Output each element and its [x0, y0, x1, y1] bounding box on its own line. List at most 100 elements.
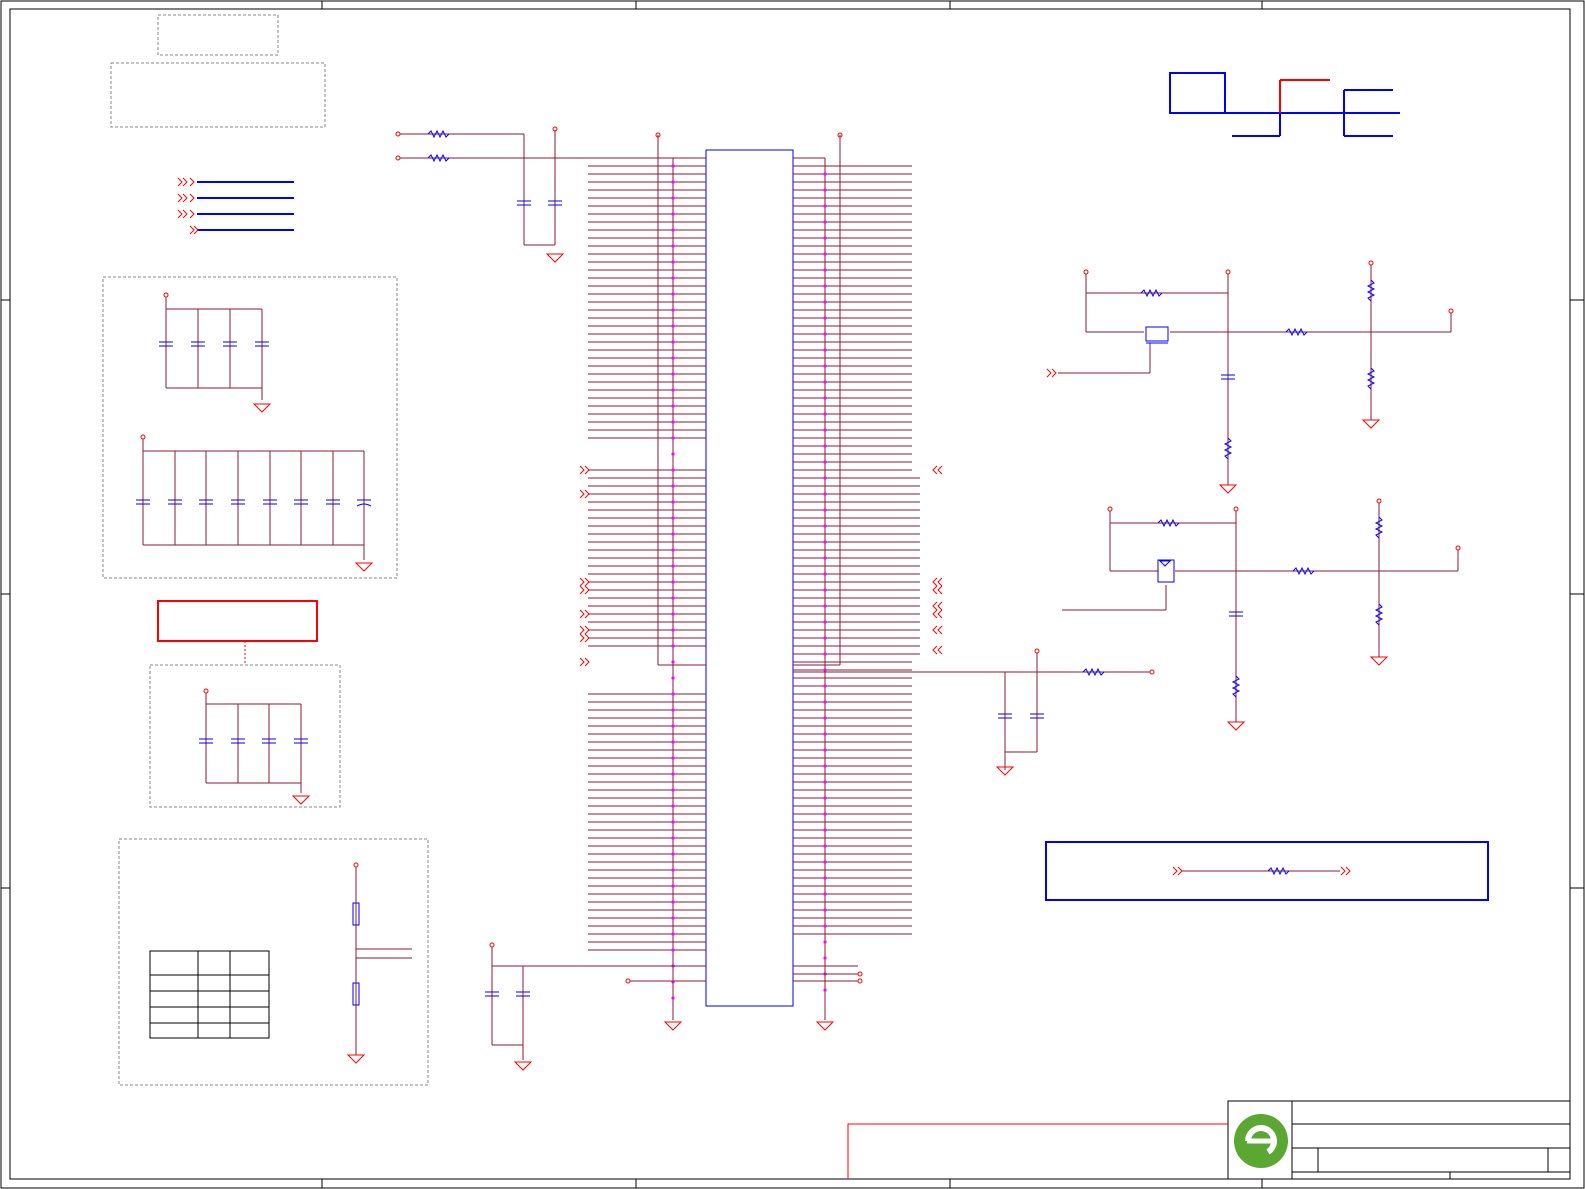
junction-dot	[671, 660, 675, 664]
off-page-arrow	[932, 601, 943, 611]
junction-dot	[823, 716, 827, 720]
junction-dot	[671, 244, 675, 248]
junction-dot	[671, 548, 675, 552]
off-page-arrow	[932, 585, 943, 595]
junction-dot	[671, 324, 675, 328]
layout-sketch	[1169, 72, 1400, 137]
junction-dot	[671, 292, 675, 296]
junction-dot	[823, 956, 827, 960]
junction-dot	[671, 228, 675, 232]
junction-dot	[823, 796, 827, 800]
junction-dot	[823, 652, 827, 656]
junction-dot	[671, 852, 675, 856]
resistor-divider	[346, 862, 412, 1064]
junction-dot	[823, 412, 827, 416]
junction-dot	[823, 812, 827, 816]
junction-dot	[671, 740, 675, 744]
junction-dot	[671, 420, 675, 424]
junction-dot	[823, 524, 827, 528]
junction-dot	[823, 828, 827, 832]
junction-dot	[671, 260, 675, 264]
junction-dot	[823, 508, 827, 512]
ic-supply-filter	[395, 126, 706, 263]
config-table	[149, 950, 270, 1039]
junction-dot	[671, 884, 675, 888]
mid-supply-filter	[793, 648, 1155, 776]
warning-box	[157, 600, 318, 642]
junction-dot	[671, 708, 675, 712]
junction-dot	[671, 196, 675, 200]
off-page-arrow	[932, 609, 943, 619]
junction-dot	[823, 876, 827, 880]
junction-dot	[823, 764, 827, 768]
junction-dot	[823, 668, 827, 672]
junction-dot	[823, 780, 827, 784]
junction-dot	[671, 372, 675, 376]
junction-dot	[671, 772, 675, 776]
junction-dot	[671, 308, 675, 312]
off-page-arrow	[579, 625, 590, 635]
junction-dot	[823, 428, 827, 432]
junction-dot	[671, 516, 675, 520]
junction-dot	[823, 620, 827, 624]
junction-dot	[823, 540, 827, 544]
junction-dot	[823, 748, 827, 752]
title-block	[847, 1100, 1571, 1180]
junction-dot	[671, 916, 675, 920]
junction-dot	[823, 444, 827, 448]
junction-dot	[671, 996, 675, 1000]
junction-dot	[671, 500, 675, 504]
junction-dot	[671, 612, 675, 616]
junction-dot	[823, 220, 827, 224]
junction-dot	[823, 268, 827, 272]
junction-dot	[671, 436, 675, 440]
off-page-arrow	[579, 465, 590, 475]
junction-dot	[823, 892, 827, 896]
junction-dot	[823, 460, 827, 464]
off-page-arrow	[932, 625, 943, 635]
mosfet-switch-2	[1062, 498, 1461, 731]
junction-dot	[671, 388, 675, 392]
junction-dot	[671, 948, 675, 952]
junction-dot	[671, 756, 675, 760]
junction-dot	[671, 900, 675, 904]
junction-dot	[823, 588, 827, 592]
junction-dot	[671, 564, 675, 568]
junction-dot	[823, 556, 827, 560]
junction-dot	[671, 788, 675, 792]
off-page-arrow	[579, 633, 590, 643]
junction-dot	[823, 844, 827, 848]
junction-dot	[671, 836, 675, 840]
junction-dot	[823, 316, 827, 320]
junction-dot	[823, 236, 827, 240]
off-page-arrow	[932, 645, 943, 655]
junction-dot	[823, 252, 827, 256]
junction-dot	[671, 484, 675, 488]
junction-dot	[823, 172, 827, 176]
junction-dot	[671, 164, 675, 168]
junction-dot	[823, 604, 827, 608]
junction-dot	[823, 300, 827, 304]
junction-dot	[823, 204, 827, 208]
junction-dot	[671, 468, 675, 472]
junction-dot	[671, 212, 675, 216]
off-page-arrow	[579, 489, 590, 499]
decoupling-bank-1	[159, 292, 272, 413]
junction-dot	[671, 724, 675, 728]
junction-dot	[823, 636, 827, 640]
junction-dot	[823, 380, 827, 384]
junction-dot	[823, 924, 827, 928]
off-page-arrow	[579, 577, 590, 587]
net-ports-top-left	[177, 177, 294, 235]
junction-dot	[671, 868, 675, 872]
off-page-arrow	[579, 657, 590, 667]
company-logo-icon	[1234, 1114, 1288, 1168]
junction-dot	[671, 596, 675, 600]
junction-dot	[823, 732, 827, 736]
junction-dot	[671, 820, 675, 824]
junction-dot	[671, 340, 675, 344]
junction-dot	[823, 348, 827, 352]
decoupling-bank-3	[199, 688, 311, 805]
junction-dot	[671, 532, 675, 536]
junction-dot	[671, 404, 675, 408]
